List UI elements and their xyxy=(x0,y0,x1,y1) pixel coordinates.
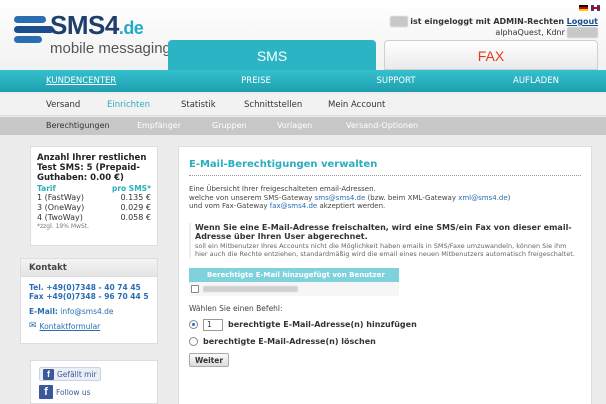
sub-sub-nav: Berechtigungen Empfänger Gruppen Vorlage… xyxy=(0,117,606,135)
tarif-row: 3 (OneWay) 0.029 € xyxy=(37,203,151,213)
email-permissions-table: Berechtigte E-Mail hinzugefügt von Benut… xyxy=(189,267,399,296)
tab-sms[interactable]: SMS xyxy=(168,40,376,72)
nav-aufladen[interactable]: AUFLADEN xyxy=(466,70,606,92)
main-nav: KUNDENCENTER PREISE SUPPORT AUFLADEN xyxy=(0,70,606,92)
option-add: 1 berechtigte E-Mail-Adresse(n) hinzufüg… xyxy=(189,318,581,331)
facebook-follow-link[interactable]: f Follow us xyxy=(39,385,149,399)
tarif-name: 1 (FastWay) xyxy=(37,193,84,202)
nav-support[interactable]: SUPPORT xyxy=(326,70,466,92)
tarif-table: Tarif pro SMS* 1 (FastWay) 0.135 € 3 (On… xyxy=(37,184,151,223)
fax-gateway-email[interactable]: fax@sms4.de xyxy=(270,202,317,210)
facebook-icon: f xyxy=(39,385,53,399)
logo-mark-icon xyxy=(14,14,54,46)
option-delete: berechtigte E-Mail-Adresse(n) löschen xyxy=(189,336,581,346)
tarif-box: Anzahl Ihrer restlichen Test SMS: 5 (Pre… xyxy=(30,146,158,246)
command-label: Wählen Sie einen Befehl: xyxy=(189,303,283,313)
social-box: f Gefällt mir f Follow us xyxy=(30,360,158,404)
tarif-price: 0.029 € xyxy=(120,203,151,212)
radio-add[interactable] xyxy=(189,320,198,329)
tarif-row: 1 (FastWay) 0.135 € xyxy=(37,193,151,203)
envelope-icon: ✉ xyxy=(29,321,37,331)
tarif-name: 3 (OneWay) xyxy=(37,203,85,212)
subsubnav-vorlagen[interactable]: Vorlagen xyxy=(277,117,312,135)
facebook-like-button[interactable]: f Gefällt mir xyxy=(39,367,101,381)
account-line: alphaQuest, Kdnr xyxy=(495,28,565,37)
subnav-einrichten[interactable]: Einrichten xyxy=(107,94,150,116)
kontakt-email-label: E-Mail: xyxy=(29,307,58,316)
kontaktformular-link[interactable]: Kontaktformular xyxy=(40,322,101,331)
language-switcher xyxy=(579,5,600,11)
facebook-like-label: Gefällt mir xyxy=(57,369,97,379)
table-header: Berechtigte E-Mail hinzugefügt von Benut… xyxy=(189,267,399,282)
header: SMS4.de mobile messaging user ist eingel… xyxy=(0,0,606,72)
notice-title: Wenn Sie eine E-Mail-Adresse freischalte… xyxy=(195,222,572,242)
nav-kundencenter[interactable]: KUNDENCENTER xyxy=(0,70,186,92)
notice-text: soll ein Mitbenutzer Ihres Accounts nich… xyxy=(195,241,575,258)
tarif-name: 4 (TwoWay) xyxy=(37,213,83,222)
subnav-mein-account[interactable]: Mein Account xyxy=(328,94,385,116)
main-content: E-Mail-Berechtigungen verwalten Eine Übe… xyxy=(178,146,592,404)
subsubnav-gruppen[interactable]: Gruppen xyxy=(212,117,247,135)
weiter-button[interactable]: Weiter xyxy=(189,352,230,367)
kontakt-box: Kontakt Tel. +49(0)7348 - 40 74 45 Fax +… xyxy=(20,258,158,344)
row-checkbox[interactable] xyxy=(191,284,199,293)
username-redacted: user xyxy=(390,16,408,27)
price-col-header: pro SMS* xyxy=(111,184,151,193)
logout-link[interactable]: Logout xyxy=(567,17,598,26)
option-delete-label: berechtigte E-Mail-Adresse(n) löschen xyxy=(203,336,376,346)
subnav-statistik[interactable]: Statistik xyxy=(181,94,216,116)
logo[interactable]: SMS4.de mobile messaging xyxy=(14,10,174,60)
xml-gateway-email[interactable]: xml@sms4.de xyxy=(458,194,507,202)
vat-note: *zzgl. 19% MwSt. xyxy=(37,223,89,230)
page-title: E-Mail-Berechtigungen verwalten xyxy=(189,159,581,176)
subsubnav-berechtigungen[interactable]: Berechtigungen xyxy=(46,117,110,135)
logo-tagline: mobile messaging xyxy=(50,40,171,57)
email-redacted xyxy=(203,285,298,292)
sub-nav: Versand Einrichten Statistik Schnittstel… xyxy=(0,94,606,116)
subnav-schnittstellen[interactable]: Schnittstellen xyxy=(244,94,302,116)
notice-box: Wenn Sie eine E-Mail-Adresse freischalte… xyxy=(189,222,581,258)
sms-gateway-email[interactable]: sms@sms4.de xyxy=(315,194,366,202)
nav-preise[interactable]: PREISE xyxy=(186,70,326,92)
kontakt-title: Kontakt xyxy=(21,259,157,277)
facebook-icon: f xyxy=(43,368,54,380)
intro-text: Eine Übersicht Ihrer freigeschalteten em… xyxy=(189,185,511,210)
option-add-label: berechtigte E-Mail-Adresse(n) hinzufügen xyxy=(228,320,417,329)
facebook-follow-label: Follow us xyxy=(56,387,91,397)
login-info: user ist eingeloggt mit ADMIN-Rechten Lo… xyxy=(390,16,598,38)
logo-text: SMS4.de xyxy=(50,10,144,40)
kontakt-tel: Tel. +49(0)7348 - 40 74 45 xyxy=(29,283,141,292)
table-row xyxy=(189,281,399,296)
flag-uk-icon[interactable] xyxy=(591,5,600,11)
flag-de-icon[interactable] xyxy=(579,5,588,11)
subnav-versand[interactable]: Versand xyxy=(46,94,80,116)
tarif-price: 0.135 € xyxy=(120,193,151,202)
tarif-row: 4 (TwoWay) 0.058 € xyxy=(37,213,151,223)
subsubnav-versand-optionen[interactable]: Versand-Optionen xyxy=(346,117,418,135)
tarif-price: 0.058 € xyxy=(120,213,151,222)
customer-number-redacted: 000000 xyxy=(567,27,598,38)
kontakt-fax: Fax +49(0)7348 - 96 70 44 5 xyxy=(29,292,149,301)
tarif-col-header: Tarif xyxy=(37,184,56,193)
tarif-heading: Anzahl Ihrer restlichen Test SMS: 5 (Pre… xyxy=(37,153,147,183)
login-status-text: ist eingeloggt mit ADMIN-Rechten xyxy=(410,17,565,26)
add-count-input[interactable]: 1 xyxy=(203,318,223,331)
subsubnav-empfaenger[interactable]: Empfänger xyxy=(137,117,181,135)
kontakt-email-link[interactable]: info@sms4.de xyxy=(60,307,113,316)
radio-delete[interactable] xyxy=(189,336,198,346)
tab-fax[interactable]: FAX xyxy=(384,40,598,70)
